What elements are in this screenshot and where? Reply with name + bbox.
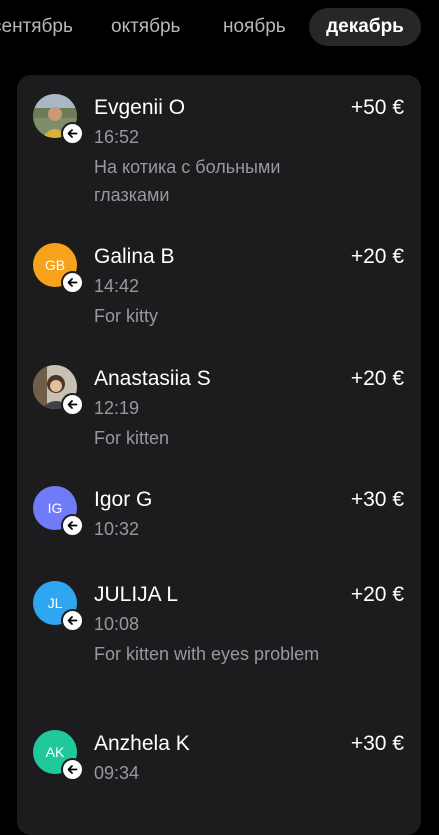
amount: +50 €: [350, 96, 404, 119]
sender-name: Evgenii O: [94, 96, 186, 119]
sender-name: Galina B: [94, 245, 175, 268]
amount: +20 €: [350, 245, 404, 268]
sender-name: Anastasiia S: [94, 367, 211, 390]
comment: For kitten: [94, 428, 170, 448]
time: 16:52: [94, 127, 140, 147]
amount: +20 €: [350, 583, 404, 606]
comment: На котика с больными глазками: [94, 157, 281, 205]
arrow-left-icon: [61, 609, 84, 632]
time: 10:32: [94, 519, 140, 539]
amount: +30 €: [350, 732, 404, 755]
arrow-left-icon: [61, 393, 84, 416]
comment: For kitten with eyes problem: [94, 644, 320, 664]
tab-december-selected[interactable]: декабрь: [309, 8, 421, 46]
arrow-left-icon: [61, 122, 84, 145]
arrow-left-icon: [61, 271, 84, 294]
time: 10:08: [94, 614, 140, 634]
tab-september[interactable]: сентябрь: [0, 8, 73, 46]
time: 12:19: [94, 398, 140, 418]
comment: For kitty: [94, 306, 159, 326]
time: 09:34: [94, 763, 140, 783]
tab-november[interactable]: ноябрь: [223, 8, 286, 46]
time: 14:42: [94, 276, 140, 296]
sender-name: Igor G: [94, 488, 153, 511]
tab-october[interactable]: октябрь: [111, 8, 180, 46]
arrow-left-icon: [61, 758, 84, 781]
amount: +30 €: [350, 488, 404, 511]
month-tabs: сентябрь октябрь ноябрь декабрь: [0, 0, 439, 56]
amount: +20 €: [350, 367, 404, 390]
transactions-card: Evgenii O +50 € 16:52 На котика с больны…: [17, 75, 421, 835]
arrow-left-icon: [61, 514, 84, 537]
sender-name: JULIJA L: [94, 583, 179, 606]
sender-name: Anzhela K: [94, 732, 190, 755]
